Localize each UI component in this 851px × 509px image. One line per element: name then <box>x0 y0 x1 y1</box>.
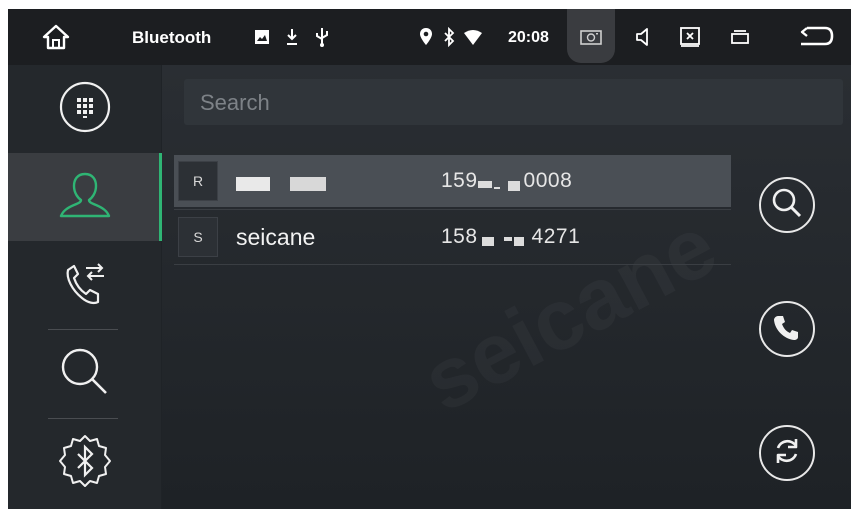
search-button[interactable] <box>759 177 815 233</box>
volume-icon[interactable] <box>633 25 653 49</box>
contact-initial: S <box>178 217 218 257</box>
redacted-name <box>290 177 326 191</box>
search-placeholder: Search <box>200 90 270 115</box>
sidebar-item-dialpad[interactable] <box>8 65 161 153</box>
number-suffix: 4271 <box>531 225 581 248</box>
phone-icon <box>772 312 802 347</box>
bluetooth-phone-screen: Bluetooth 20:08 Search R 159 0008 S seic… <box>8 9 851 509</box>
usb-icon <box>313 25 331 49</box>
sidebar-item-bluetooth-settings[interactable] <box>8 419 161 507</box>
search-input[interactable]: Search <box>184 79 843 125</box>
number-prefix: 159 <box>441 169 478 192</box>
row-divider <box>174 264 731 265</box>
location-icon <box>418 26 434 48</box>
redacted-name <box>236 177 270 191</box>
dialpad-icon <box>58 80 112 139</box>
sidebar-item-contacts[interactable] <box>8 153 161 241</box>
contact-number: 159 0008 <box>441 169 572 193</box>
sync-button[interactable] <box>759 425 815 481</box>
close-window-icon[interactable] <box>678 25 702 49</box>
contact-initial: R <box>178 161 218 201</box>
call-transfer-icon <box>60 256 110 315</box>
sidebar <box>8 65 162 509</box>
download-icon <box>284 26 300 48</box>
contact-row[interactable]: R 159 0008 <box>174 155 731 207</box>
contact-number: 158 4271 <box>441 225 580 249</box>
redacted-digits <box>478 233 532 246</box>
refresh-icon <box>771 435 803 472</box>
clock: 20:08 <box>508 29 549 46</box>
search-icon <box>770 186 804 225</box>
back-icon[interactable] <box>796 23 836 51</box>
image-icon <box>253 28 271 46</box>
search-icon <box>58 345 112 404</box>
sidebar-item-call-log[interactable] <box>8 241 161 329</box>
contacts-panel: seicane Search R 159 0008 S seicane 158 42… <box>162 65 851 509</box>
redacted-digits <box>477 177 524 191</box>
bluetooth-icon <box>441 26 457 48</box>
wifi-icon <box>462 29 484 47</box>
contact-name: seicane <box>236 224 316 250</box>
contact-row[interactable]: S seicane 158 4271 <box>174 211 731 263</box>
home-icon[interactable] <box>38 21 74 53</box>
sidebar-item-search[interactable] <box>8 330 161 418</box>
screenshot-icon <box>578 27 604 47</box>
number-prefix: 158 <box>441 225 478 248</box>
number-suffix: 0008 <box>523 169 573 192</box>
row-divider <box>174 209 731 210</box>
bluetooth-gear-icon <box>56 432 114 495</box>
status-bar: Bluetooth 20:08 <box>8 9 851 65</box>
call-button[interactable] <box>759 301 815 357</box>
app-title: Bluetooth <box>132 28 212 47</box>
recent-apps-icon[interactable] <box>728 27 752 47</box>
contact-icon <box>56 166 114 229</box>
